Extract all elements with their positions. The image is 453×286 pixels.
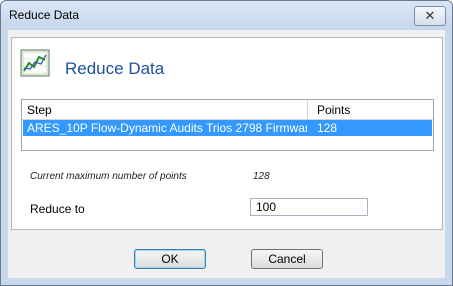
title-bar[interactable]: Reduce Data ✕ [1,1,452,30]
cell-points: 128 [317,121,338,135]
content-area: Reduce Data Step Points ARES_10P Flow-Dy… [8,30,445,230]
max-points-value: 128 [253,171,270,182]
column-divider[interactable] [307,100,308,119]
reduce-to-label: Reduce to [30,202,85,216]
max-points-label: Current maximum number of points [30,171,187,182]
dialog-heading: Reduce Data [65,59,165,78]
close-button[interactable]: ✕ [414,6,446,26]
window-title: Reduce Data [9,8,80,22]
grid-header: Step Points [22,100,433,120]
table-row[interactable]: ARES_10P Flow-Dynamic Audits Trios 2798 … [23,120,432,136]
ok-button[interactable]: OK [134,249,206,269]
column-header-step[interactable]: Step [27,103,52,117]
dialog-client-area: Reduce Data Step Points ARES_10P Flow-Dy… [8,30,445,278]
column-header-points[interactable]: Points [317,103,350,117]
reduce-to-input[interactable] [250,198,368,216]
cell-step: ARES_10P Flow-Dynamic Audits Trios 2798 … [27,121,307,135]
content-panel: Reduce Data Step Points ARES_10P Flow-Dy… [11,37,443,230]
cancel-button[interactable]: Cancel [251,249,323,269]
dialog-window: Reduce Data ✕ Reduce Data Step Points AR… [0,0,453,286]
steps-grid[interactable]: Step Points ARES_10P Flow-Dynamic Audits… [21,99,434,151]
chart-icon [20,49,50,77]
